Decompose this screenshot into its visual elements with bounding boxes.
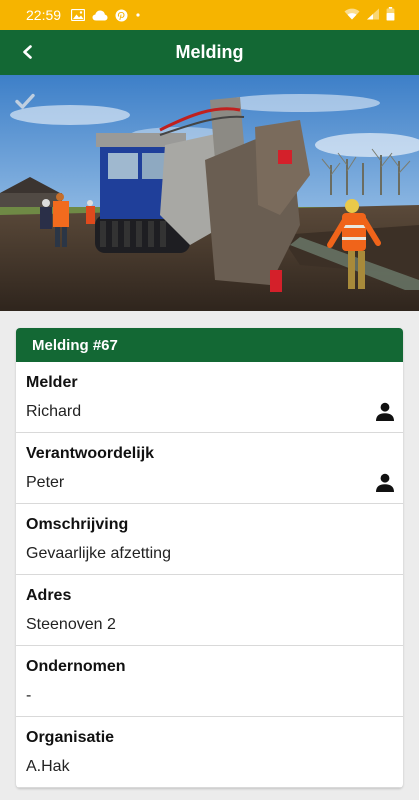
detail-row-omschrijving: Omschrijving Gevaarlijke afzetting [16, 504, 403, 575]
card-header: Melding #67 [16, 328, 403, 362]
detail-row-organisatie: Organisatie A.Hak [16, 717, 403, 788]
app-bar: Melding [0, 30, 419, 75]
field-value: A.Hak [26, 758, 70, 775]
person-icon[interactable] [375, 473, 395, 493]
detail-row-adres: Adres Steenoven 2 [16, 575, 403, 646]
melding-card: Melding #67 Melder Richard Verantwoordel… [16, 328, 403, 788]
field-value: Gevaarlijke afzetting [26, 545, 171, 562]
status-bar: 22:59 [0, 0, 419, 30]
back-button[interactable] [16, 40, 40, 64]
field-label: Verantwoordelijk [26, 445, 155, 462]
checkmark-icon [15, 93, 35, 109]
field-value: - [26, 687, 32, 704]
person-icon[interactable] [375, 402, 395, 422]
hero-image [0, 75, 419, 311]
field-value: Richard [26, 403, 82, 420]
signal-icon [366, 7, 380, 23]
field-value: Peter [26, 474, 65, 491]
field-label: Omschrijving [26, 516, 129, 533]
field-value: Steenoven 2 [26, 616, 116, 633]
field-label: Melder [26, 374, 78, 391]
back-arrow-icon [23, 45, 32, 59]
detail-row-verantwoordelijk: Verantwoordelijk Peter [16, 433, 403, 504]
dot-icon [135, 12, 141, 18]
wifi-icon [344, 7, 360, 23]
detail-row-melder: Melder Richard [16, 362, 403, 433]
field-label: Adres [26, 587, 72, 604]
status-time: 22:59 [26, 7, 62, 23]
field-label: Organisatie [26, 729, 115, 746]
image-icon [71, 9, 86, 21]
battery-icon [386, 6, 395, 24]
field-label: Ondernomen [26, 658, 126, 675]
pinterest-icon [115, 9, 128, 22]
page-title: Melding [175, 42, 244, 62]
cloud-icon [92, 10, 108, 21]
detail-row-ondernomen: Ondernomen - [16, 646, 403, 717]
